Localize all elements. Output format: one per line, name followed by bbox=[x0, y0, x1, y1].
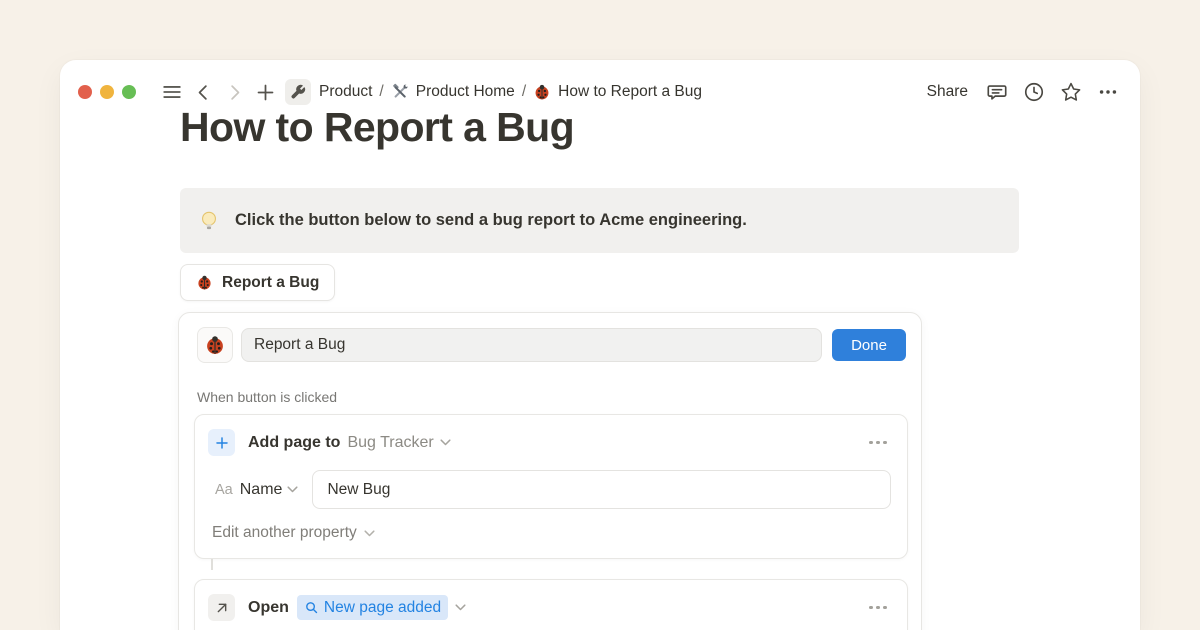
sidebar-menu-button[interactable] bbox=[158, 78, 186, 106]
nav-controls bbox=[158, 78, 279, 106]
button-name-input[interactable] bbox=[241, 328, 822, 362]
page-title: How to Report a Bug bbox=[180, 104, 574, 151]
report-a-bug-button[interactable]: Report a Bug bbox=[180, 264, 335, 301]
minimize-window-button[interactable] bbox=[100, 85, 114, 99]
titlebar-actions: Share bbox=[921, 78, 1122, 106]
window-controls bbox=[78, 85, 136, 99]
button-editor-header: Done bbox=[179, 313, 921, 363]
database-name: Bug Tracker bbox=[347, 434, 433, 452]
chevron-down-icon bbox=[440, 439, 451, 446]
current-page-icon-button[interactable] bbox=[285, 79, 311, 105]
breadcrumb-label: Product bbox=[319, 83, 372, 101]
ellipsis-icon bbox=[1097, 81, 1119, 103]
chip-label: New page added bbox=[324, 599, 441, 617]
step-header-row: Open New page added bbox=[195, 580, 907, 621]
open-action-icon-button[interactable] bbox=[208, 594, 235, 621]
button-editor-panel: Done When button is clicked Add page to … bbox=[178, 312, 922, 630]
report-a-bug-label: Report a Bug bbox=[222, 274, 319, 292]
comment-icon bbox=[986, 81, 1008, 103]
add-page-action-icon-button[interactable] bbox=[208, 429, 235, 456]
favorite-button[interactable] bbox=[1057, 78, 1085, 106]
step-card-add-page: Add page to Bug Tracker Aa Name bbox=[194, 414, 908, 559]
close-window-button[interactable] bbox=[78, 85, 92, 99]
new-page-added-chip[interactable]: New page added bbox=[297, 595, 448, 620]
clock-icon bbox=[1023, 81, 1045, 103]
ladybug-icon bbox=[196, 274, 213, 291]
step-header-row: Add page to Bug Tracker bbox=[195, 415, 907, 456]
ladybug-icon bbox=[533, 83, 551, 101]
property-name: Name bbox=[240, 481, 283, 499]
ellipsis-icon bbox=[869, 441, 873, 445]
edit-another-property-label: Edit another property bbox=[212, 524, 357, 542]
breadcrumb-separator: / bbox=[379, 83, 383, 101]
callout-text: Click the button below to send a bug rep… bbox=[235, 211, 747, 230]
text-property-type-icon: Aa bbox=[215, 482, 233, 498]
breadcrumb-item-product-home[interactable]: Product Home bbox=[391, 83, 515, 101]
breadcrumb-separator: / bbox=[522, 83, 526, 101]
forward-button[interactable] bbox=[220, 78, 248, 106]
lightbulb-icon bbox=[198, 210, 220, 232]
chevron-left-icon bbox=[194, 83, 213, 102]
breadcrumb-item-product[interactable]: Product bbox=[319, 83, 372, 101]
plus-icon bbox=[214, 435, 230, 451]
database-select[interactable]: Bug Tracker bbox=[347, 434, 450, 452]
step-more-options-button[interactable] bbox=[865, 602, 891, 614]
property-row: Aa Name bbox=[215, 470, 891, 509]
breadcrumb-item-how-to-report-a-bug[interactable]: How to Report a Bug bbox=[533, 83, 702, 101]
breadcrumb-label: Product Home bbox=[416, 83, 515, 101]
share-button[interactable]: Share bbox=[921, 79, 974, 105]
hamburger-icon bbox=[161, 81, 183, 103]
zoom-window-button[interactable] bbox=[122, 85, 136, 99]
callout: Click the button below to send a bug rep… bbox=[180, 188, 1019, 253]
new-page-button[interactable] bbox=[251, 78, 279, 106]
app-window: Product / Product Home / How to Report a… bbox=[60, 60, 1140, 630]
search-icon bbox=[304, 600, 319, 615]
back-button[interactable] bbox=[189, 78, 217, 106]
breadcrumb-label: How to Report a Bug bbox=[558, 83, 702, 101]
trigger-label: When button is clicked bbox=[197, 389, 921, 405]
wrench-icon bbox=[290, 84, 306, 100]
step-connector bbox=[211, 559, 213, 570]
property-value-input[interactable] bbox=[312, 470, 891, 509]
plus-icon bbox=[255, 82, 276, 103]
step-card-open: Open New page added bbox=[194, 579, 908, 630]
comments-button[interactable] bbox=[983, 78, 1011, 106]
arrow-up-right-icon bbox=[214, 600, 230, 616]
step-action-label: Add page to bbox=[248, 434, 340, 452]
step-more-options-button[interactable] bbox=[865, 437, 891, 449]
chevron-right-icon bbox=[225, 83, 244, 102]
hammer-wrench-icon bbox=[391, 83, 409, 101]
step-action-label: Open bbox=[248, 599, 289, 617]
ladybug-icon bbox=[204, 334, 226, 356]
star-icon bbox=[1060, 81, 1082, 103]
button-icon-picker[interactable] bbox=[197, 327, 233, 363]
breadcrumb: Product / Product Home / How to Report a… bbox=[319, 83, 702, 101]
done-button[interactable]: Done bbox=[832, 329, 906, 361]
history-button[interactable] bbox=[1020, 78, 1048, 106]
chevron-down-icon[interactable] bbox=[455, 604, 466, 611]
chevron-down-icon bbox=[364, 530, 375, 537]
edit-another-property-button[interactable]: Edit another property bbox=[212, 524, 907, 542]
more-options-button[interactable] bbox=[1094, 78, 1122, 106]
chevron-down-icon[interactable] bbox=[287, 486, 298, 493]
ellipsis-icon bbox=[869, 606, 873, 610]
